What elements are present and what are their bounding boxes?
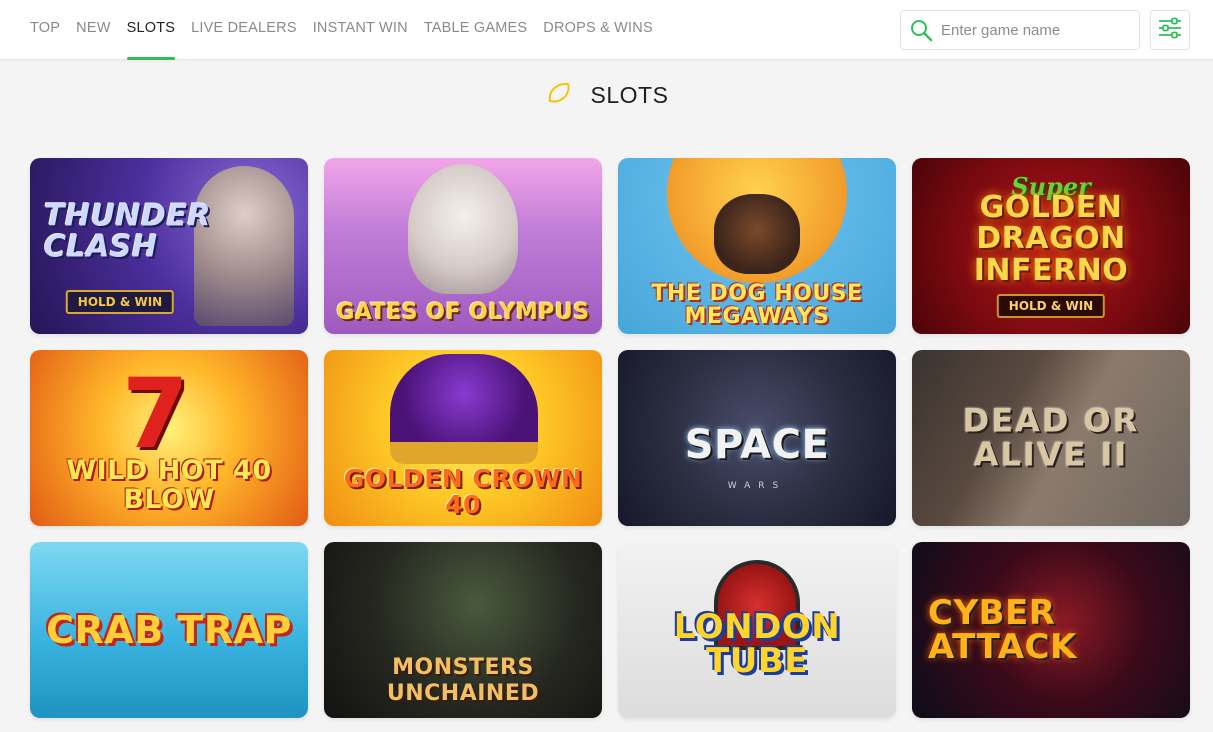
game-subtitle: WARS bbox=[727, 481, 787, 491]
search-input[interactable] bbox=[941, 21, 1131, 39]
lemon-icon bbox=[545, 79, 573, 112]
game-title: MONSTERS UNCHAINED bbox=[386, 655, 540, 706]
game-title: CYBER ATTACK bbox=[928, 593, 1077, 667]
game-badge: HOLD & WIN bbox=[65, 290, 175, 314]
game-title: DEAD OR ALIVE II bbox=[962, 401, 1140, 473]
game-card-london-tube[interactable]: LONDON TUBE bbox=[618, 542, 896, 718]
game-card-dog-house-megaways[interactable]: THE DOG HOUSE MEGAWAYS bbox=[618, 158, 896, 334]
search-icon[interactable] bbox=[901, 11, 941, 49]
game-title: THE DOG HOUSE MEGAWAYS bbox=[651, 280, 863, 329]
page-title: SLOTS bbox=[590, 81, 669, 108]
sliders-icon bbox=[1158, 17, 1182, 44]
game-title: SPACE bbox=[684, 422, 830, 469]
tab-slots[interactable]: SLOTS bbox=[119, 0, 184, 60]
game-card-thunder-clash[interactable]: THUNDER CLASH HOLD & WIN bbox=[30, 158, 308, 334]
tab-table-games[interactable]: TABLE GAMES bbox=[416, 0, 535, 60]
game-artwork bbox=[714, 194, 800, 274]
section-heading: SLOTS bbox=[0, 78, 1213, 112]
tab-top[interactable]: TOP bbox=[22, 0, 68, 60]
game-artwork: 7 bbox=[122, 358, 189, 470]
tab-instant-win[interactable]: INSTANT WIN bbox=[305, 0, 416, 60]
filter-button[interactable] bbox=[1150, 10, 1190, 50]
game-artwork bbox=[390, 354, 538, 464]
game-artwork bbox=[408, 164, 518, 294]
tab-new[interactable]: NEW bbox=[68, 0, 118, 60]
category-nav: TOP NEW SLOTS LIVE DEALERS INSTANT WIN T… bbox=[22, 0, 661, 60]
game-card-space-wars[interactable]: SPACE WARS bbox=[618, 350, 896, 526]
game-badge: HOLD & WIN bbox=[996, 294, 1106, 318]
games-grid: THUNDER CLASH HOLD & WIN GATES of OLYMPU… bbox=[30, 158, 1190, 718]
game-card-dead-or-alive-2[interactable]: DEAD OR ALIVE II bbox=[912, 350, 1190, 526]
game-card-super-golden-dragon-inferno[interactable]: Super GOLDEN DRAGON INFERNO HOLD & WIN bbox=[912, 158, 1190, 334]
top-bar: TOP NEW SLOTS LIVE DEALERS INSTANT WIN T… bbox=[0, 0, 1213, 60]
game-card-monsters-unchained[interactable]: MONSTERS UNCHAINED bbox=[324, 542, 602, 718]
search-box bbox=[900, 10, 1140, 50]
game-title: LONDON TUBE bbox=[673, 607, 841, 682]
game-card-crab-trap[interactable]: CRAB TRAP bbox=[30, 542, 308, 718]
tab-live-dealers[interactable]: LIVE DEALERS bbox=[183, 0, 305, 60]
game-title: WILD HOT 40 BLOW bbox=[66, 455, 272, 515]
game-title: THUNDER CLASH bbox=[44, 198, 212, 265]
game-card-gates-of-olympus[interactable]: GATES of OLYMPUS bbox=[324, 158, 602, 334]
game-title: CRAB TRAP bbox=[46, 608, 292, 652]
game-title: GOLDEN CROWN 40 bbox=[343, 463, 583, 519]
game-card-cyber-attack[interactable]: CYBER ATTACK bbox=[912, 542, 1190, 718]
game-card-golden-crown-40[interactable]: GOLDEN CROWN 40 bbox=[324, 350, 602, 526]
game-title: GOLDEN DRAGON INFERNO bbox=[973, 189, 1129, 288]
tab-drops-and-wins[interactable]: DROPS & WINS bbox=[535, 0, 661, 60]
game-card-wild-hot-40-blow[interactable]: 7 WILD HOT 40 BLOW bbox=[30, 350, 308, 526]
game-title: GATES of OLYMPUS bbox=[336, 299, 590, 325]
